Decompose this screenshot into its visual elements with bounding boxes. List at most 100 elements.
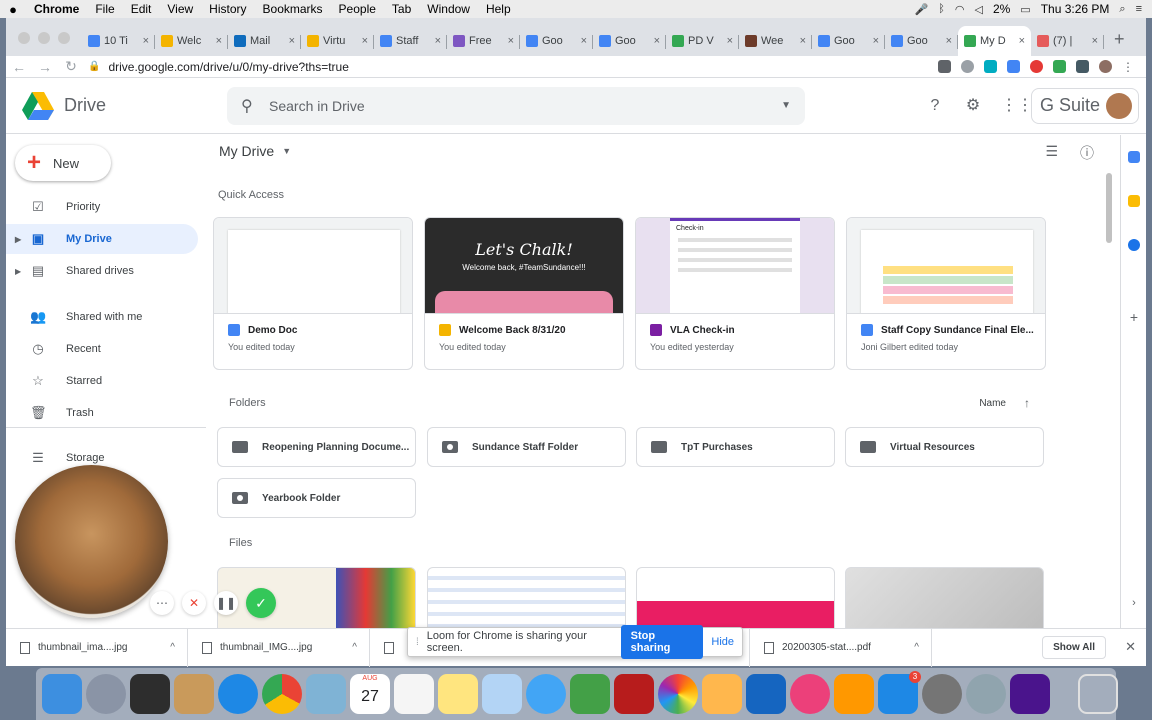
new-tab-icon[interactable]: + <box>1104 29 1125 56</box>
battery-icon[interactable]: ▭ <box>1020 3 1030 16</box>
menu-people[interactable]: People <box>331 2 384 16</box>
download-item[interactable]: thumbnail_IMG....jpg ^ <box>188 628 370 667</box>
sidebar-item-shared-drives[interactable]: ▶ ▤ Shared drives <box>6 256 198 286</box>
battery-percent[interactable]: 2% <box>993 2 1010 16</box>
sidebar-item-trash[interactable]: 🗑 Trash <box>6 398 198 428</box>
app-store-icon[interactable] <box>878 671 921 714</box>
close-tab-icon[interactable]: × <box>1019 35 1025 47</box>
quick-access-card[interactable]: Let's Chalk! Welcome back, #TeamSundance… <box>424 217 624 370</box>
search-bar[interactable]: ⚲ Search in Drive ▼ <box>227 86 805 125</box>
finish-recording-icon[interactable]: ✓ <box>246 588 276 618</box>
minimize-window-button[interactable] <box>38 32 50 44</box>
help-icon[interactable]: ? <box>925 96 945 116</box>
folder-item[interactable]: TpT Purchases <box>636 427 835 467</box>
file-card[interactable] <box>636 567 835 628</box>
quick-access-card[interactable]: Demo Doc You edited today <box>213 217 413 370</box>
keep-icon[interactable] <box>1128 195 1140 207</box>
close-tab-icon[interactable]: × <box>508 35 514 47</box>
back-icon[interactable]: ← <box>6 59 32 75</box>
menu-tab[interactable]: Tab <box>384 2 419 16</box>
close-tab-icon[interactable]: × <box>216 35 222 47</box>
scrollbar[interactable] <box>1106 173 1112 243</box>
add-addon-icon[interactable]: + <box>1128 310 1140 324</box>
download-item[interactable]: 20200305-stat....pdf ^ <box>750 628 932 667</box>
folder-item[interactable]: Reopening Planning Docume... <box>217 427 416 467</box>
browser-tab[interactable]: Wee × <box>739 26 812 56</box>
profile-avatar-icon[interactable] <box>1099 60 1112 73</box>
search-icon[interactable]: ⚲ <box>241 96 269 116</box>
folder-item[interactable]: Sundance Staff Folder <box>427 427 626 467</box>
chrome-menu-icon[interactable]: ⋮ <box>1122 60 1134 74</box>
gear-icon[interactable]: ⚙ <box>963 96 983 116</box>
sidebar-item-my-drive[interactable]: ▶ ▣ My Drive <box>6 224 198 254</box>
safari-icon[interactable] <box>218 674 258 714</box>
browser-tab[interactable]: Staff × <box>374 26 447 56</box>
menu-view[interactable]: View <box>159 2 201 16</box>
calendar-icon[interactable] <box>1128 151 1140 163</box>
menu-file[interactable]: File <box>87 2 122 16</box>
photos-icon[interactable] <box>658 674 698 714</box>
search-options-icon[interactable]: ▼ <box>781 100 791 111</box>
chevron-up-icon[interactable]: ^ <box>914 642 919 653</box>
menu-bookmarks[interactable]: Bookmarks <box>255 2 331 16</box>
menu-window[interactable]: Window <box>419 2 478 16</box>
extensions-puzzle-icon[interactable] <box>1076 60 1089 73</box>
bluetooth-icon[interactable]: ᛒ <box>938 3 945 15</box>
extension-loom-icon[interactable] <box>1030 60 1043 73</box>
books-icon[interactable] <box>834 674 874 714</box>
browser-tab[interactable]: PD V × <box>666 26 739 56</box>
menu-help[interactable]: Help <box>478 2 519 16</box>
chevron-up-icon[interactable]: ^ <box>352 642 357 653</box>
extension-zoom-icon[interactable] <box>1007 60 1020 73</box>
expand-arrow-icon[interactable]: ▶ <box>15 267 21 276</box>
chevron-right-icon[interactable]: › <box>1128 597 1140 609</box>
folder-item[interactable]: Yearbook Folder <box>217 478 416 518</box>
camera-icon[interactable] <box>938 60 951 73</box>
preview-icon[interactable] <box>306 674 346 714</box>
menu-app-name[interactable]: Chrome <box>26 2 87 16</box>
sidebar-item-shared-with-me[interactable]: 👥 Shared with me <box>6 302 198 332</box>
close-tab-icon[interactable]: × <box>946 35 952 47</box>
browser-tab[interactable]: Goo × <box>885 26 958 56</box>
sort-control[interactable]: Name ↑ <box>979 396 1030 410</box>
stop-sharing-button[interactable]: Stop sharing <box>620 625 704 659</box>
spotlight-icon[interactable]: ⌕ <box>1119 3 1125 16</box>
system-preferences-icon[interactable] <box>922 674 962 714</box>
finder-icon[interactable] <box>42 674 82 714</box>
close-tab-icon[interactable]: × <box>581 35 587 47</box>
close-tab-icon[interactable]: × <box>435 35 441 47</box>
notes-icon[interactable] <box>438 674 478 714</box>
zoom-window-button[interactable] <box>58 32 70 44</box>
browser-tab[interactable]: Mail × <box>228 26 301 56</box>
loom-camera-bubble[interactable] <box>15 465 168 618</box>
close-tab-icon[interactable]: × <box>143 35 149 47</box>
menu-edit[interactable]: Edit <box>123 2 160 16</box>
browser-tab[interactable]: 10 Ti × <box>82 26 155 56</box>
expand-arrow-icon[interactable]: ▶ <box>15 235 21 244</box>
drive-logo[interactable]: Drive <box>22 91 212 120</box>
account-area[interactable]: G Suite <box>1031 87 1140 124</box>
contacts-icon[interactable] <box>174 674 214 714</box>
imovie-icon[interactable] <box>1010 674 1050 714</box>
cancel-recording-icon[interactable]: ✕ <box>182 591 206 615</box>
browser-tab[interactable]: Free × <box>447 26 520 56</box>
browser-tab[interactable]: Virtu × <box>301 26 374 56</box>
new-button[interactable]: + New <box>15 145 111 181</box>
close-icon[interactable]: ✕ <box>1125 639 1136 655</box>
download-item[interactable]: thumbnail_ima....jpg ^ <box>6 628 188 667</box>
url-field[interactable]: 🔒 drive.google.com/drive/u/0/my-drive?th… <box>88 60 349 74</box>
mail-icon[interactable] <box>482 674 522 714</box>
close-tab-icon[interactable]: × <box>289 35 295 47</box>
show-all-button[interactable]: Show All <box>1042 636 1106 659</box>
chevron-up-icon[interactable]: ^ <box>170 642 175 653</box>
reminders-icon[interactable] <box>394 674 434 714</box>
keynote-icon[interactable] <box>746 674 786 714</box>
browser-tab[interactable]: Goo × <box>520 26 593 56</box>
sidebar-item-priority[interactable]: ☑ Priority <box>6 192 198 222</box>
info-icon[interactable]: ⓘ <box>1080 143 1094 163</box>
launchpad-icon[interactable] <box>86 674 126 714</box>
extension-cloud-icon[interactable] <box>984 60 997 73</box>
messages-icon[interactable] <box>526 674 566 714</box>
forward-icon[interactable]: → <box>32 59 58 75</box>
close-tab-icon[interactable]: × <box>1092 35 1098 47</box>
